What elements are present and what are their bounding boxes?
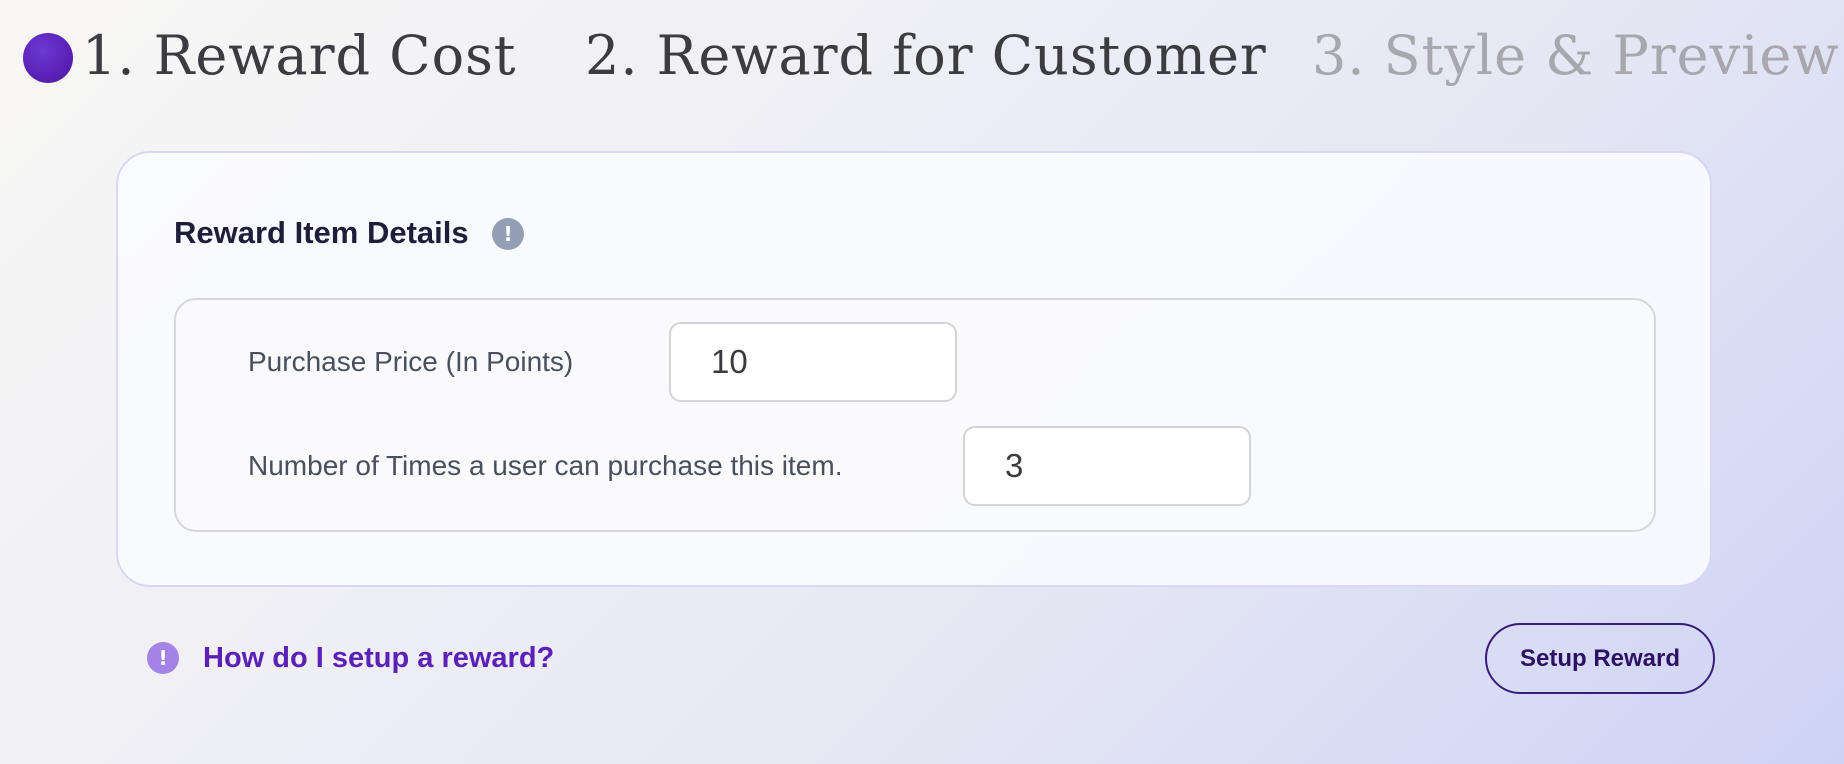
stepper: 1. Reward Cost 2. Reward for Customer 3.… [0,0,1844,120]
info-icon[interactable]: ! [492,218,524,250]
purchase-price-input[interactable] [669,322,957,402]
help-info-icon: ! [147,642,179,674]
step-style-preview: 3. Style & Preview [1312,24,1840,87]
setup-reward-button[interactable]: Setup Reward [1485,623,1715,694]
reward-fields-group: Purchase Price (In Points) Number of Tim… [174,298,1656,532]
setup-reward-help-link[interactable]: How do I setup a reward? [203,638,554,678]
reward-item-details-card: Reward Item Details ! Purchase Price (In… [116,151,1712,587]
purchase-limit-label: Number of Times a user can purchase this… [248,450,843,481]
card-title: Reward Item Details [174,215,469,250]
purchase-price-label: Purchase Price (In Points) [248,346,574,377]
active-step-indicator [23,33,73,83]
step-reward-for-customer[interactable]: 2. Reward for Customer [585,20,1267,92]
purchase-limit-input[interactable] [963,426,1251,506]
step-reward-cost[interactable]: 1. Reward Cost [82,20,517,92]
